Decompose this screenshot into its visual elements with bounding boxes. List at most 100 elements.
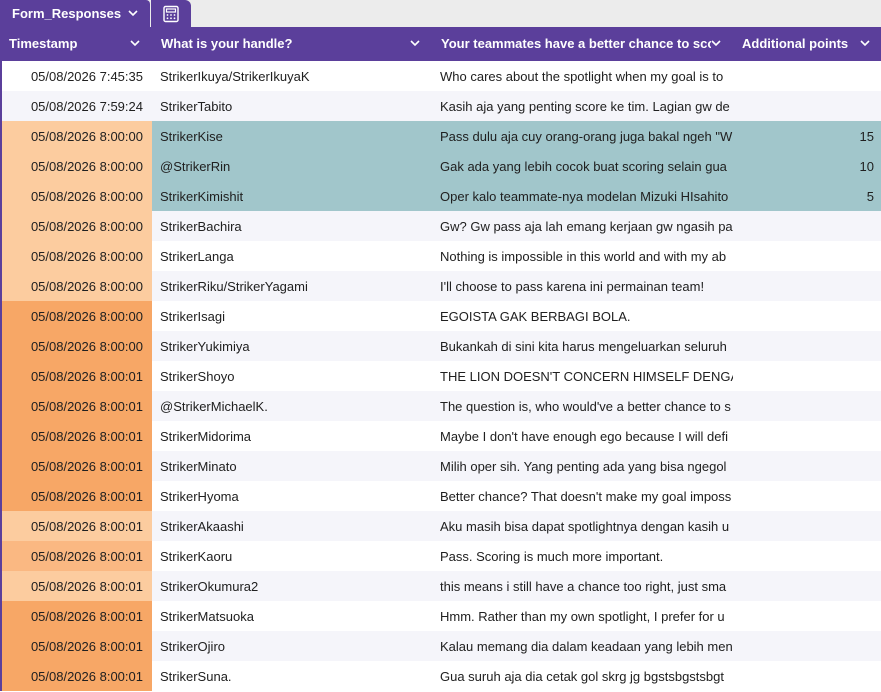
column-header-handle[interactable]: What is your handle? xyxy=(152,27,432,59)
cell-timestamp[interactable]: 05/08/2026 8:00:00 xyxy=(2,241,152,271)
cell-handle[interactable]: StrikerSuna. xyxy=(152,661,432,691)
cell-handle[interactable]: StrikerKimishit xyxy=(152,181,432,211)
cell-points[interactable] xyxy=(733,451,881,481)
cell-answer[interactable]: Oper kalo teammate-nya modelan Mizuki HI… xyxy=(432,181,733,211)
chevron-down-icon[interactable] xyxy=(126,6,140,20)
cell-answer[interactable]: Gak ada yang lebih cocok buat scoring se… xyxy=(432,151,733,181)
cell-answer[interactable]: Gua suruh aja dia cetak gol skrg jg bgst… xyxy=(432,661,733,691)
table-row[interactable]: 05/08/2026 8:00:00 StrikerKimishit Oper ka… xyxy=(0,181,881,211)
cell-handle[interactable]: StrikerIsagi xyxy=(152,301,432,331)
cell-answer[interactable]: Kasih aja yang penting score ke tim. Lag… xyxy=(432,91,733,121)
cell-handle[interactable]: StrikerKise xyxy=(152,121,432,151)
table-row[interactable]: 05/08/2026 8:00:01 StrikerAkaashi Aku masi… xyxy=(0,511,881,541)
cell-points[interactable] xyxy=(733,331,881,361)
column-header-timestamp[interactable]: Timestamp xyxy=(0,27,152,59)
table-row[interactable]: 05/08/2026 8:00:01 StrikerOjiro Kalau mema… xyxy=(0,631,881,661)
cell-handle[interactable]: @StrikerMichaelK. xyxy=(152,391,432,421)
table-row[interactable]: 05/08/2026 7:45:35 StrikerIkuya/StrikerIk… xyxy=(0,61,881,91)
cell-points[interactable] xyxy=(733,481,881,511)
cell-timestamp[interactable]: 05/08/2026 8:00:01 xyxy=(2,391,152,421)
cell-points[interactable] xyxy=(733,211,881,241)
table-row[interactable]: 05/08/2026 8:00:01 StrikerSuna. Gua suruh … xyxy=(0,661,881,691)
cell-points[interactable] xyxy=(733,361,881,391)
cell-handle[interactable]: StrikerKaoru xyxy=(152,541,432,571)
table-row[interactable]: 05/08/2026 8:00:00 StrikerRiku/StrikerYag… xyxy=(0,271,881,301)
cell-answer[interactable]: Better chance? That doesn't make my goal… xyxy=(432,481,733,511)
table-row[interactable]: 05/08/2026 8:00:01 StrikerMatsuoka Hmm. Ra… xyxy=(0,601,881,631)
cell-timestamp[interactable]: 05/08/2026 8:00:01 xyxy=(2,631,152,661)
cell-handle[interactable]: StrikerShoyo xyxy=(152,361,432,391)
cell-timestamp[interactable]: 05/08/2026 8:00:01 xyxy=(2,481,152,511)
cell-timestamp[interactable]: 05/08/2026 7:59:24 xyxy=(2,91,152,121)
cell-timestamp[interactable]: 05/08/2026 8:00:01 xyxy=(2,511,152,541)
cell-points[interactable] xyxy=(733,91,881,121)
cell-points[interactable] xyxy=(733,301,881,331)
cell-timestamp[interactable]: 05/08/2026 8:00:01 xyxy=(2,451,152,481)
cell-handle[interactable]: @StrikerRin xyxy=(152,151,432,181)
cell-answer[interactable]: Pass dulu aja cuy orang-orang juga bakal… xyxy=(432,121,733,151)
cell-timestamp[interactable]: 05/08/2026 8:00:00 xyxy=(2,151,152,181)
table-row[interactable]: 05/08/2026 8:00:01 @StrikerMichaelK. The q… xyxy=(0,391,881,421)
table-row[interactable]: 05/08/2026 8:00:00 StrikerBachira Gw? Gw p… xyxy=(0,211,881,241)
cell-timestamp[interactable]: 05/08/2026 8:00:00 xyxy=(2,181,152,211)
table-row[interactable]: 05/08/2026 7:59:24 StrikerTabito Kasih aja… xyxy=(0,91,881,121)
cell-handle[interactable]: StrikerMidorima xyxy=(152,421,432,451)
sheet-tab-form-responses[interactable]: Form_Responses xyxy=(0,0,150,27)
cell-answer[interactable]: Bukankah di sini kita harus mengeluarkan… xyxy=(432,331,733,361)
table-row[interactable]: 05/08/2026 8:00:00 StrikerYukimiya Bukanka… xyxy=(0,331,881,361)
cell-handle[interactable]: StrikerOjiro xyxy=(152,631,432,661)
table-row[interactable]: 05/08/2026 8:00:00 @StrikerRin Gak ada yan… xyxy=(0,151,881,181)
cell-points[interactable] xyxy=(733,241,881,271)
cell-points[interactable] xyxy=(733,271,881,301)
cell-handle[interactable]: StrikerMinato xyxy=(152,451,432,481)
cell-timestamp[interactable]: 05/08/2026 8:00:00 xyxy=(2,301,152,331)
cell-points[interactable]: 15 xyxy=(733,121,881,151)
table-row[interactable]: 05/08/2026 8:00:00 StrikerIsagi EGOISTA GA… xyxy=(0,301,881,331)
cell-timestamp[interactable]: 05/08/2026 8:00:00 xyxy=(2,331,152,361)
cell-handle[interactable]: StrikerIkuya/StrikerIkuyaK xyxy=(152,61,432,91)
cell-timestamp[interactable]: 05/08/2026 8:00:01 xyxy=(2,361,152,391)
cell-timestamp[interactable]: 05/08/2026 8:00:01 xyxy=(2,571,152,601)
cell-points[interactable]: 5 xyxy=(733,181,881,211)
table-row[interactable]: 05/08/2026 8:00:01 StrikerHyoma Better cha… xyxy=(0,481,881,511)
cell-timestamp[interactable]: 05/08/2026 8:00:00 xyxy=(2,211,152,241)
cell-handle[interactable]: StrikerHyoma xyxy=(152,481,432,511)
cell-answer[interactable]: Kalau memang dia dalam keadaan yang lebi… xyxy=(432,631,733,661)
cell-points[interactable] xyxy=(733,631,881,661)
table-row[interactable]: 05/08/2026 8:00:01 StrikerKaoru Pass. Scor… xyxy=(0,541,881,571)
cell-points[interactable] xyxy=(733,571,881,601)
cell-points[interactable]: 10 xyxy=(733,151,881,181)
cell-points[interactable] xyxy=(733,391,881,421)
cell-points[interactable] xyxy=(733,661,881,691)
table-row[interactable]: 05/08/2026 8:00:01 StrikerOkumura2 this me… xyxy=(0,571,881,601)
cell-points[interactable] xyxy=(733,421,881,451)
table-row[interactable]: 05/08/2026 8:00:00 StrikerKise Pass dulu a… xyxy=(0,121,881,151)
cell-answer[interactable]: Milih oper sih. Yang penting ada yang bi… xyxy=(432,451,733,481)
cell-answer[interactable]: Nothing is impossible in this world and … xyxy=(432,241,733,271)
form-grid-icon[interactable] xyxy=(151,0,191,27)
cell-answer[interactable]: Maybe I don't have enough ego because I … xyxy=(432,421,733,451)
cell-answer[interactable]: I'll choose to pass karena ini permainan… xyxy=(432,271,733,301)
cell-handle[interactable]: StrikerLanga xyxy=(152,241,432,271)
cell-answer[interactable]: EGOISTA GAK BERBAGI BOLA. xyxy=(432,301,733,331)
cell-timestamp[interactable]: 05/08/2026 8:00:01 xyxy=(2,421,152,451)
cell-handle[interactable]: StrikerYukimiya xyxy=(152,331,432,361)
cell-handle[interactable]: StrikerRiku/StrikerYagami xyxy=(152,271,432,301)
cell-points[interactable] xyxy=(733,601,881,631)
cell-answer[interactable]: Hmm. Rather than my own spotlight, I pre… xyxy=(432,601,733,631)
cell-answer[interactable]: Aku masih bisa dapat spotlightnya dengan… xyxy=(432,511,733,541)
cell-handle[interactable]: StrikerMatsuoka xyxy=(152,601,432,631)
column-header-teammates[interactable]: Your teammates have a better chance to s… xyxy=(432,27,733,59)
cell-points[interactable] xyxy=(733,61,881,91)
cell-timestamp[interactable]: 05/08/2026 8:00:01 xyxy=(2,601,152,631)
cell-answer[interactable]: Who cares about the spotlight when my go… xyxy=(432,61,733,91)
cell-timestamp[interactable]: 05/08/2026 8:00:00 xyxy=(2,121,152,151)
cell-timestamp[interactable]: 05/08/2026 8:00:01 xyxy=(2,541,152,571)
column-header-points[interactable]: Additional points xyxy=(733,27,881,59)
cell-points[interactable] xyxy=(733,541,881,571)
chevron-down-icon[interactable] xyxy=(710,37,722,49)
chevron-down-icon[interactable] xyxy=(859,37,871,49)
cell-timestamp[interactable]: 05/08/2026 8:00:01 xyxy=(2,661,152,691)
cell-points[interactable] xyxy=(733,511,881,541)
cell-handle[interactable]: StrikerAkaashi xyxy=(152,511,432,541)
